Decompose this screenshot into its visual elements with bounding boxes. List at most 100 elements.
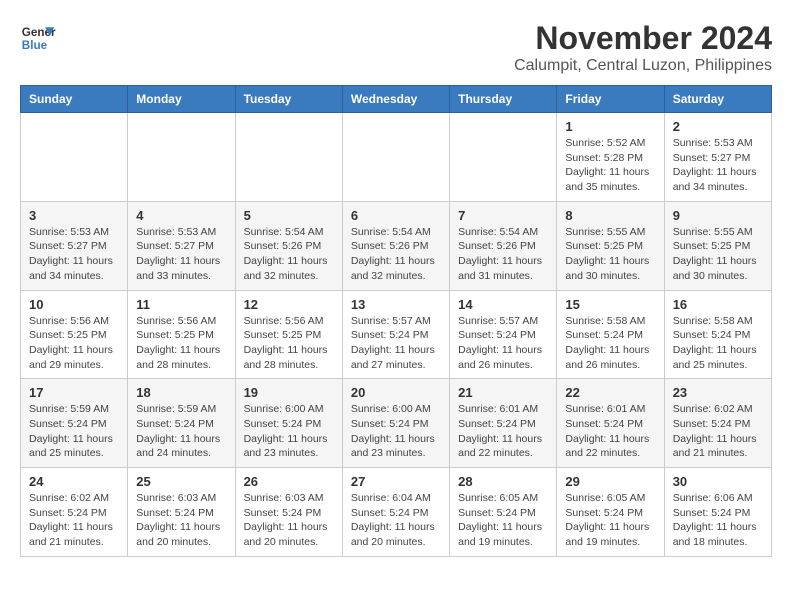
day-detail: Sunrise: 5:58 AM Sunset: 5:24 PM Dayligh… [565, 314, 655, 373]
day-number: 20 [351, 385, 441, 400]
day-detail: Sunrise: 6:01 AM Sunset: 5:24 PM Dayligh… [458, 402, 548, 461]
calendar-cell: 9 Sunrise: 5:55 AM Sunset: 5:25 PM Daylig… [664, 201, 771, 290]
weekday-header-monday: Monday [128, 86, 235, 113]
day-number: 7 [458, 208, 548, 223]
day-number: 25 [136, 474, 226, 489]
week-row-2: 3 Sunrise: 5:53 AM Sunset: 5:27 PM Daylig… [21, 201, 772, 290]
calendar-cell: 11 Sunrise: 5:56 AM Sunset: 5:25 PM Dayli… [128, 290, 235, 379]
calendar-cell: 15 Sunrise: 5:58 AM Sunset: 5:24 PM Dayli… [557, 290, 664, 379]
month-year-title: November 2024 [514, 20, 772, 57]
day-detail: Sunrise: 6:03 AM Sunset: 5:24 PM Dayligh… [244, 491, 334, 550]
calendar-cell: 16Sunrise: 5:58 AM Sunset: 5:24 PM Dayli… [664, 290, 771, 379]
day-detail: Sunrise: 6:02 AM Sunset: 5:24 PM Dayligh… [29, 491, 119, 550]
day-number: 26 [244, 474, 334, 489]
day-detail: Sunrise: 6:00 AM Sunset: 5:24 PM Dayligh… [244, 402, 334, 461]
calendar-cell: 13 Sunrise: 5:57 AM Sunset: 5:24 PM Dayli… [342, 290, 449, 379]
calendar-cell: 14Sunrise: 5:57 AM Sunset: 5:24 PM Dayli… [450, 290, 557, 379]
title-area: November 2024 Calumpit, Central Luzon, P… [514, 20, 772, 75]
calendar-cell [128, 113, 235, 202]
calendar-cell: 12 Sunrise: 5:56 AM Sunset: 5:25 PM Dayli… [235, 290, 342, 379]
calendar-cell: 10 Sunrise: 5:56 AM Sunset: 5:25 PM Dayli… [21, 290, 128, 379]
calendar-cell: 4 Sunrise: 5:53 AM Sunset: 5:27 PM Daylig… [128, 201, 235, 290]
weekday-header-tuesday: Tuesday [235, 86, 342, 113]
calendar-table: SundayMondayTuesdayWednesdayThursdayFrid… [20, 85, 772, 557]
calendar-cell: 25 Sunrise: 6:03 AM Sunset: 5:24 PM Dayli… [128, 468, 235, 557]
day-number: 18 [136, 385, 226, 400]
calendar-cell: 17 Sunrise: 5:59 AM Sunset: 5:24 PM Dayli… [21, 379, 128, 468]
day-detail: Sunrise: 5:53 AM Sunset: 5:27 PM Dayligh… [673, 136, 763, 195]
calendar-cell: 23 Sunrise: 6:02 AM Sunset: 5:24 PM Dayli… [664, 379, 771, 468]
calendar-cell: 26 Sunrise: 6:03 AM Sunset: 5:24 PM Dayli… [235, 468, 342, 557]
calendar-cell: 7 Sunrise: 5:54 AM Sunset: 5:26 PM Daylig… [450, 201, 557, 290]
day-detail: Sunrise: 5:57 AM Sunset: 5:24 PM Dayligh… [351, 314, 441, 373]
weekday-header-wednesday: Wednesday [342, 86, 449, 113]
day-detail: Sunrise: 5:54 AM Sunset: 5:26 PM Dayligh… [351, 225, 441, 284]
day-number: 8 [565, 208, 655, 223]
day-number: 23 [673, 385, 763, 400]
weekday-header-row: SundayMondayTuesdayWednesdayThursdayFrid… [21, 86, 772, 113]
day-number: 11 [136, 297, 226, 312]
week-row-5: 24 Sunrise: 6:02 AM Sunset: 5:24 PM Dayli… [21, 468, 772, 557]
day-number: 15 [565, 297, 655, 312]
calendar-cell [342, 113, 449, 202]
calendar-cell: 20 Sunrise: 6:00 AM Sunset: 5:24 PM Dayli… [342, 379, 449, 468]
day-detail: Sunrise: 5:55 AM Sunset: 5:25 PM Dayligh… [565, 225, 655, 284]
day-detail: Sunrise: 5:54 AM Sunset: 5:26 PM Dayligh… [244, 225, 334, 284]
week-row-4: 17 Sunrise: 5:59 AM Sunset: 5:24 PM Dayli… [21, 379, 772, 468]
calendar-cell: 8 Sunrise: 5:55 AM Sunset: 5:25 PM Daylig… [557, 201, 664, 290]
day-detail: Sunrise: 5:55 AM Sunset: 5:25 PM Dayligh… [673, 225, 763, 284]
calendar-cell: 28 Sunrise: 6:05 AM Sunset: 5:24 PM Dayli… [450, 468, 557, 557]
day-number: 2 [673, 119, 763, 134]
day-number: 9 [673, 208, 763, 223]
calendar-cell: 6Sunrise: 5:54 AM Sunset: 5:26 PM Daylig… [342, 201, 449, 290]
day-detail: Sunrise: 5:54 AM Sunset: 5:26 PM Dayligh… [458, 225, 548, 284]
day-number: 24 [29, 474, 119, 489]
calendar-cell: 22Sunrise: 6:01 AM Sunset: 5:24 PM Dayli… [557, 379, 664, 468]
day-detail: Sunrise: 6:05 AM Sunset: 5:24 PM Dayligh… [458, 491, 548, 550]
logo: General Blue [20, 20, 56, 56]
day-detail: Sunrise: 6:02 AM Sunset: 5:24 PM Dayligh… [673, 402, 763, 461]
page-header: General Blue November 2024 Calumpit, Cen… [20, 20, 772, 75]
day-detail: Sunrise: 5:56 AM Sunset: 5:25 PM Dayligh… [244, 314, 334, 373]
calendar-cell: 1 Sunrise: 5:52 AM Sunset: 5:28 PM Daylig… [557, 113, 664, 202]
day-detail: Sunrise: 5:53 AM Sunset: 5:27 PM Dayligh… [29, 225, 119, 284]
day-number: 10 [29, 297, 119, 312]
day-detail: Sunrise: 5:57 AM Sunset: 5:24 PM Dayligh… [458, 314, 548, 373]
day-detail: Sunrise: 5:53 AM Sunset: 5:27 PM Dayligh… [136, 225, 226, 284]
day-number: 4 [136, 208, 226, 223]
day-detail: Sunrise: 5:56 AM Sunset: 5:25 PM Dayligh… [136, 314, 226, 373]
logo-icon: General Blue [20, 20, 56, 56]
day-number: 13 [351, 297, 441, 312]
day-detail: Sunrise: 6:00 AM Sunset: 5:24 PM Dayligh… [351, 402, 441, 461]
calendar-cell: 5Sunrise: 5:54 AM Sunset: 5:26 PM Daylig… [235, 201, 342, 290]
calendar-cell [21, 113, 128, 202]
day-detail: Sunrise: 6:06 AM Sunset: 5:24 PM Dayligh… [673, 491, 763, 550]
day-detail: Sunrise: 5:59 AM Sunset: 5:24 PM Dayligh… [29, 402, 119, 461]
calendar-cell [450, 113, 557, 202]
weekday-header-sunday: Sunday [21, 86, 128, 113]
calendar-cell: 2 Sunrise: 5:53 AM Sunset: 5:27 PM Daylig… [664, 113, 771, 202]
calendar-cell [235, 113, 342, 202]
week-row-1: 1 Sunrise: 5:52 AM Sunset: 5:28 PM Daylig… [21, 113, 772, 202]
day-detail: Sunrise: 6:01 AM Sunset: 5:24 PM Dayligh… [565, 402, 655, 461]
weekday-header-thursday: Thursday [450, 86, 557, 113]
day-detail: Sunrise: 6:03 AM Sunset: 5:24 PM Dayligh… [136, 491, 226, 550]
day-number: 30 [673, 474, 763, 489]
calendar-cell: 18Sunrise: 5:59 AM Sunset: 5:24 PM Dayli… [128, 379, 235, 468]
day-number: 28 [458, 474, 548, 489]
day-detail: Sunrise: 5:56 AM Sunset: 5:25 PM Dayligh… [29, 314, 119, 373]
day-number: 1 [565, 119, 655, 134]
calendar-cell: 24 Sunrise: 6:02 AM Sunset: 5:24 PM Dayli… [21, 468, 128, 557]
weekday-header-saturday: Saturday [664, 86, 771, 113]
day-number: 27 [351, 474, 441, 489]
day-number: 16 [673, 297, 763, 312]
day-number: 3 [29, 208, 119, 223]
day-number: 17 [29, 385, 119, 400]
calendar-cell: 30 Sunrise: 6:06 AM Sunset: 5:24 PM Dayli… [664, 468, 771, 557]
calendar-cell: 3 Sunrise: 5:53 AM Sunset: 5:27 PM Daylig… [21, 201, 128, 290]
week-row-3: 10 Sunrise: 5:56 AM Sunset: 5:25 PM Dayli… [21, 290, 772, 379]
day-number: 12 [244, 297, 334, 312]
calendar-cell: 19Sunrise: 6:00 AM Sunset: 5:24 PM Dayli… [235, 379, 342, 468]
day-detail: Sunrise: 5:52 AM Sunset: 5:28 PM Dayligh… [565, 136, 655, 195]
calendar-cell: 27Sunrise: 6:04 AM Sunset: 5:24 PM Dayli… [342, 468, 449, 557]
